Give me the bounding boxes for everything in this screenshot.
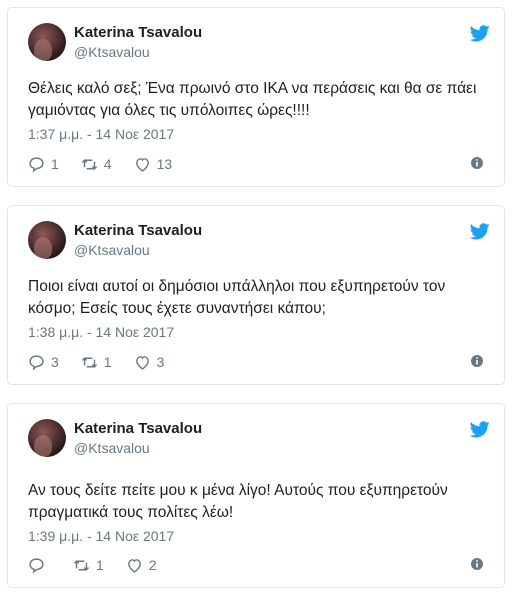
info-icon[interactable] — [470, 354, 484, 368]
author-handle[interactable]: @Ktsavalou — [74, 44, 150, 60]
heart-icon — [135, 355, 149, 370]
reply-icon — [29, 156, 44, 173]
tweet-card[interactable]: Katerina Tsavalou @Ktsavalou Θέλεις καλό… — [7, 7, 505, 187]
tweet-timestamp[interactable]: 1:38 μ.μ. - 14 Νοε 2017 — [28, 324, 174, 340]
heart-icon — [135, 157, 149, 172]
like-count: 2 — [148, 557, 157, 573]
twitter-bird-icon[interactable] — [470, 25, 490, 42]
reply-button[interactable]: 1 — [28, 156, 59, 173]
author-handle[interactable]: @Ktsavalou — [74, 242, 150, 258]
retweet-icon — [81, 158, 97, 170]
retweet-button[interactable]: 4 — [81, 156, 112, 173]
reply-icon — [29, 354, 44, 371]
like-count: 13 — [156, 156, 173, 172]
retweet-button[interactable]: 1 — [81, 354, 112, 371]
tweet-timestamp[interactable]: 1:39 μ.μ. - 14 Νοε 2017 — [28, 528, 174, 544]
avatar[interactable] — [28, 23, 66, 61]
tweet-text: Αν τους δείτε πείτε μου κ μένα λίγο! Αυτ… — [28, 482, 448, 521]
retweet-count: 1 — [103, 354, 112, 370]
retweet-icon — [81, 356, 97, 368]
reply-button[interactable]: 3 — [28, 354, 59, 371]
retweet-count: 4 — [103, 156, 112, 172]
like-button[interactable]: 2 — [126, 557, 157, 574]
avatar[interactable] — [28, 221, 66, 259]
heart-icon — [127, 558, 141, 573]
reply-button[interactable] — [28, 557, 51, 574]
tweet-text: Ποιοι είναι αυτοί οι δημόσιοι υπάλληλοι … — [28, 278, 446, 317]
tweet-actions: 1 2 — [28, 555, 179, 575]
retweet-icon — [73, 559, 90, 571]
author-name[interactable]: Katerina Tsavalou — [74, 24, 202, 41]
tweet-text: Θέλεις καλό σεξ; Ένα πρωινό στο ΙΚΑ να π… — [28, 80, 477, 119]
author-handle[interactable]: @Ktsavalou — [74, 440, 150, 456]
like-button[interactable]: 3 — [134, 354, 165, 371]
tweet-actions: 3 1 3 — [28, 352, 186, 372]
retweet-count: 1 — [96, 557, 104, 573]
reply-icon — [29, 557, 44, 574]
tweet-timestamp[interactable]: 1:37 μ.μ. - 14 Νοε 2017 — [28, 126, 174, 142]
reply-count: 1 — [51, 156, 59, 172]
avatar[interactable] — [28, 419, 66, 457]
author-name[interactable]: Katerina Tsavalou — [74, 222, 202, 239]
author-name[interactable]: Katerina Tsavalou — [74, 420, 202, 437]
like-button[interactable]: 13 — [134, 156, 173, 173]
info-icon[interactable] — [470, 557, 484, 571]
twitter-bird-icon[interactable] — [470, 421, 490, 438]
reply-count: 3 — [51, 354, 59, 370]
like-count: 3 — [156, 354, 165, 370]
retweet-button[interactable]: 1 — [73, 557, 104, 574]
tweet-actions: 1 4 13 — [28, 154, 194, 174]
info-icon[interactable] — [470, 156, 484, 170]
tweet-card[interactable]: Katerina Tsavalou @Ktsavalou Ποιοι είναι… — [7, 205, 505, 385]
twitter-bird-icon[interactable] — [470, 223, 490, 240]
tweet-card[interactable]: Katerina Tsavalou @Ktsavalou Αν τους δεί… — [7, 403, 505, 588]
